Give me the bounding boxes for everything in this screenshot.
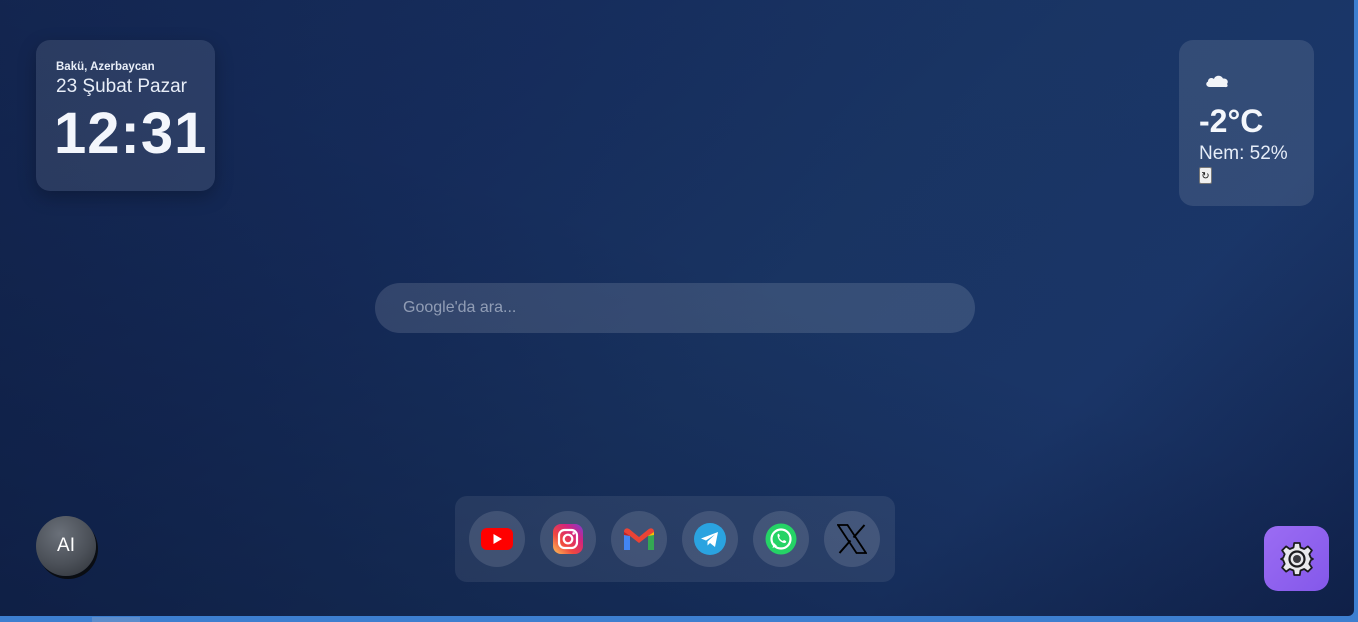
dock-instagram-button[interactable]	[540, 511, 596, 567]
dock-x-button[interactable]	[824, 511, 880, 567]
gear-icon	[1279, 541, 1314, 576]
telegram-icon	[694, 523, 726, 555]
weather-widget: -2°C Nem: 52% ↻	[1179, 40, 1314, 206]
dock-whatsapp-button[interactable]	[753, 511, 809, 567]
gmail-icon	[624, 528, 654, 550]
dock-youtube-button[interactable]	[469, 511, 525, 567]
clock-date: 23 Şubat Pazar	[56, 76, 187, 97]
clock-widget: Bakü, Azerbaycan 23 Şubat Pazar 12:31	[36, 40, 215, 191]
x-icon	[837, 524, 867, 554]
bottom-edge-strip	[92, 617, 140, 622]
whatsapp-icon	[765, 523, 797, 555]
clock-time: 12:31	[54, 101, 208, 166]
clock-location: Bakü, Azerbaycan	[56, 61, 155, 73]
weather-refresh-button[interactable]: ↻	[1199, 167, 1212, 184]
settings-button[interactable]	[1264, 526, 1329, 591]
app-dock	[455, 496, 895, 582]
youtube-icon	[481, 528, 513, 550]
instagram-icon	[553, 524, 583, 554]
google-search-input[interactable]	[375, 283, 975, 333]
dock-gmail-button[interactable]	[611, 511, 667, 567]
new-tab-page: Bakü, Azerbaycan 23 Şubat Pazar 12:31 -2…	[0, 0, 1354, 616]
dock-telegram-button[interactable]	[682, 511, 738, 567]
weather-temperature: -2°C	[1199, 103, 1264, 139]
weather-humidity: Nem: 52%	[1199, 143, 1288, 164]
cloud-icon	[1206, 75, 1228, 88]
ai-assistant-button[interactable]: AI	[36, 516, 96, 576]
